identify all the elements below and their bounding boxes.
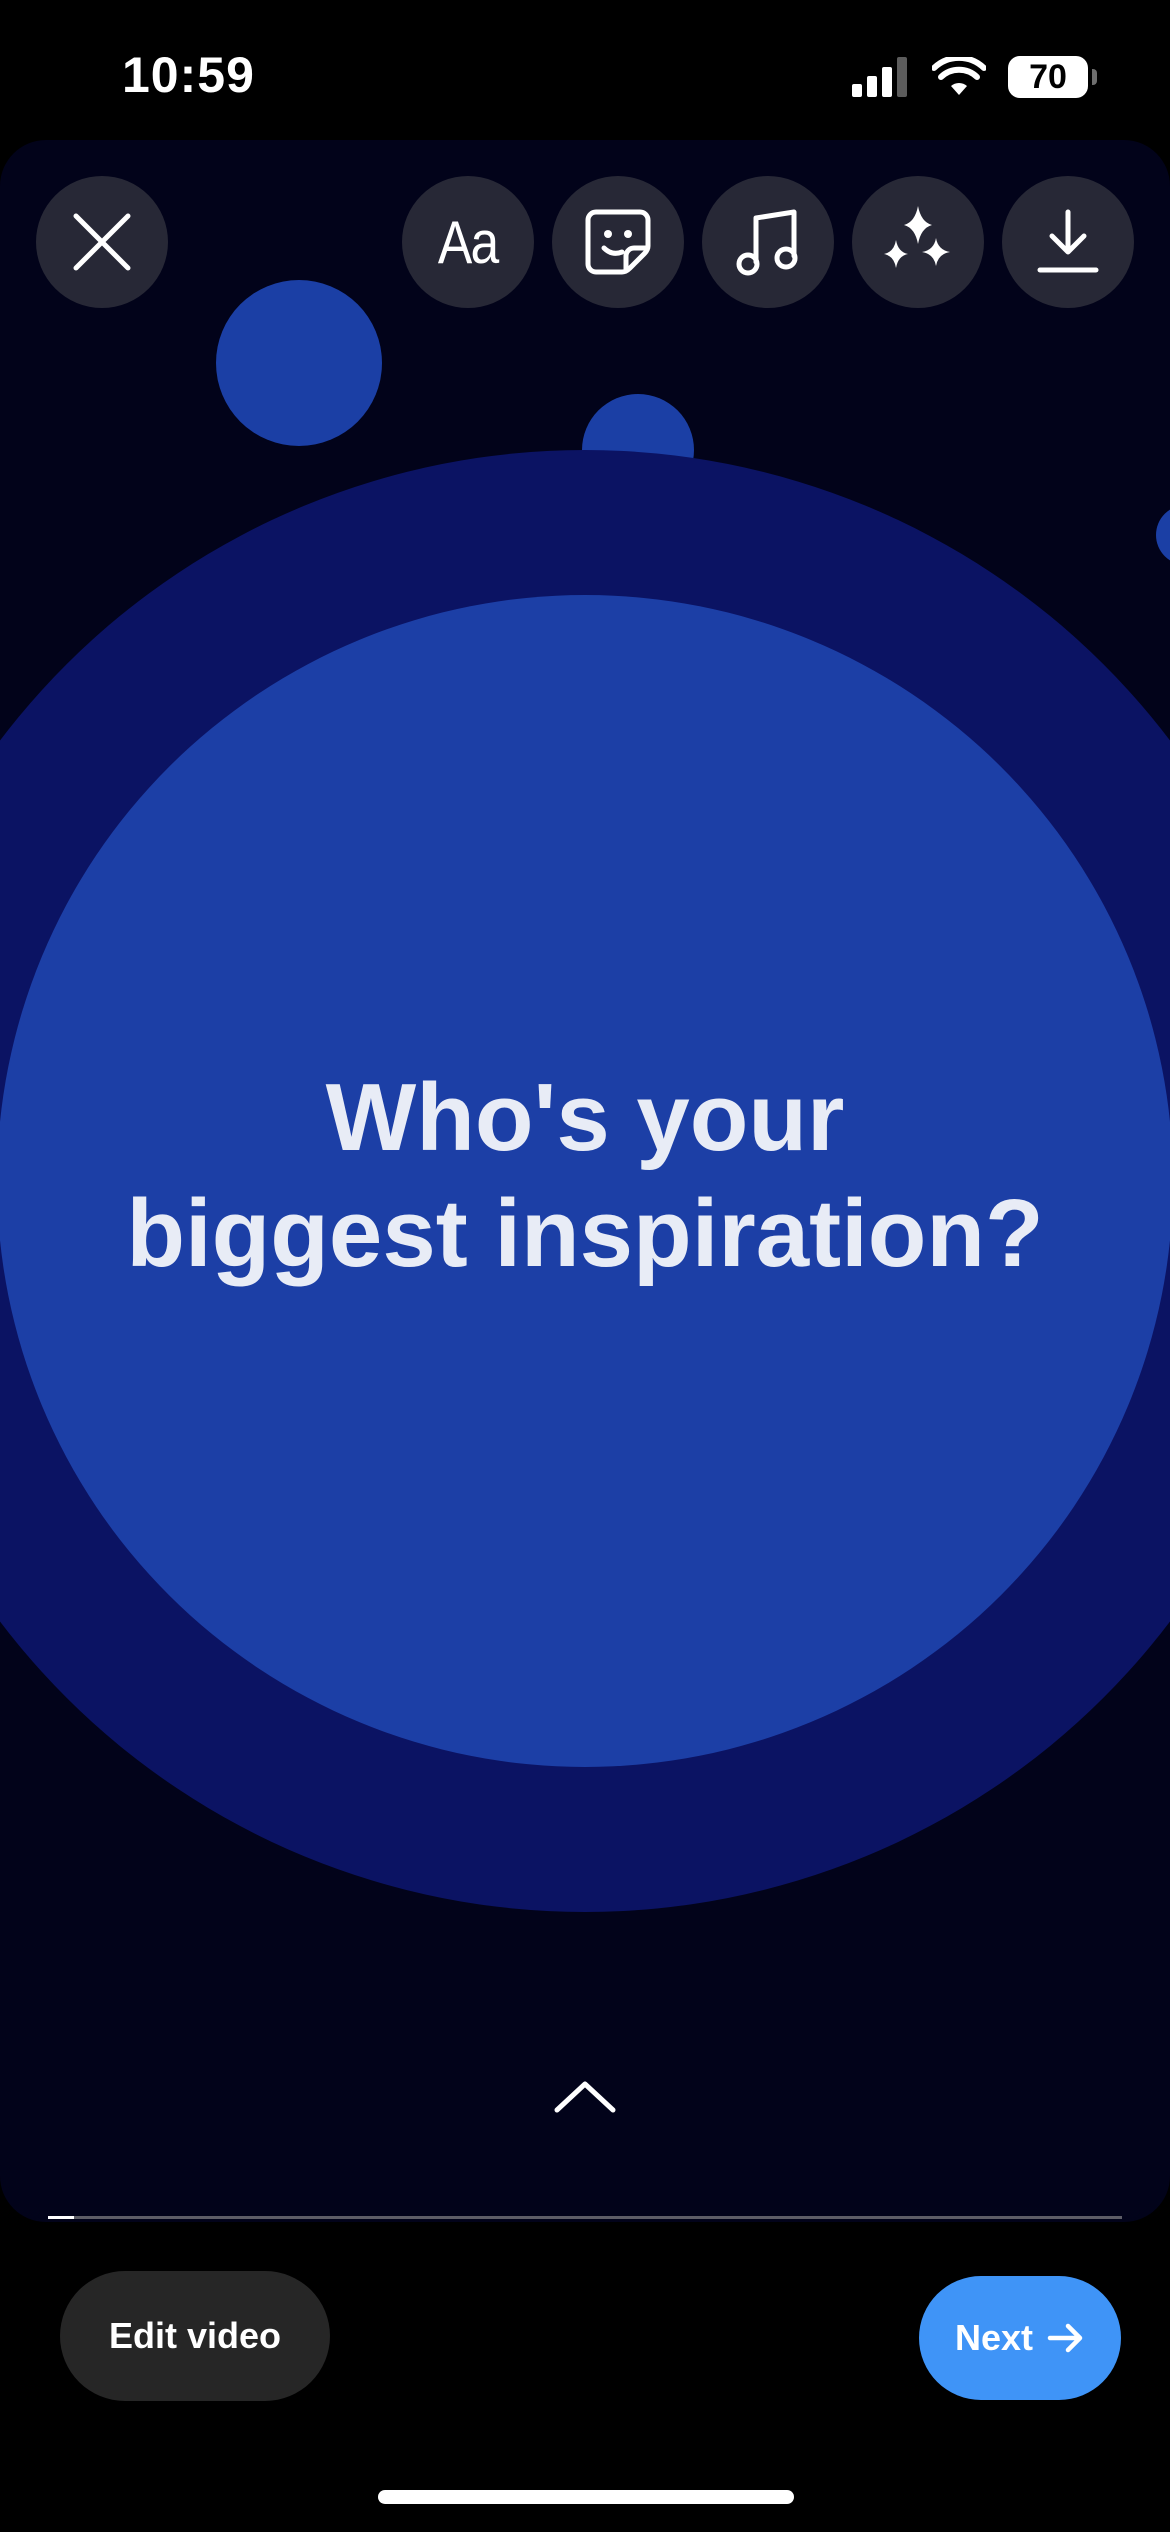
status-icons: 70	[852, 54, 1097, 100]
close-button[interactable]	[36, 176, 168, 308]
sticker-button[interactable]	[552, 176, 684, 308]
sparkles-icon	[884, 206, 950, 268]
question-prompt[interactable]: Who's your biggest inspiration?	[85, 1060, 1085, 1292]
edit-video-button[interactable]: Edit video	[60, 2271, 330, 2401]
battery-nub	[1092, 69, 1097, 85]
decorative-bubble	[1156, 505, 1170, 565]
question-line-1: Who's your	[325, 1064, 845, 1171]
video-progress-bar[interactable]	[48, 2216, 1122, 2219]
effects-button[interactable]	[852, 176, 984, 308]
arrow-right-icon	[1047, 2323, 1083, 2353]
close-icon	[73, 213, 131, 271]
next-button[interactable]: Next	[919, 2276, 1121, 2400]
chevron-up-icon[interactable]	[553, 2076, 617, 2116]
music-note-icon	[736, 209, 798, 276]
text-tool-icon: Aa	[438, 208, 499, 276]
battery-level: 70	[1029, 57, 1067, 96]
battery-icon: 70	[1008, 56, 1097, 98]
cellular-signal-icon	[852, 57, 907, 97]
question-line-2: biggest inspiration?	[126, 1180, 1044, 1287]
wifi-icon	[932, 57, 986, 95]
next-label: Next	[954, 2317, 1034, 2358]
download-icon	[1037, 209, 1099, 273]
status-time: 10:59	[122, 47, 255, 103]
sticker-icon	[585, 209, 651, 275]
decorative-bubble	[216, 280, 382, 446]
text-tool-button[interactable]: Aa	[402, 176, 534, 308]
music-button[interactable]	[702, 176, 834, 308]
story-canvas[interactable]: Who's your biggest inspiration?	[0, 140, 1170, 2222]
download-button[interactable]	[1002, 176, 1134, 308]
home-indicator[interactable]	[378, 2490, 794, 2504]
status-bar: 10:59 70	[0, 0, 1170, 140]
edit-video-label: Edit video	[108, 2315, 282, 2356]
